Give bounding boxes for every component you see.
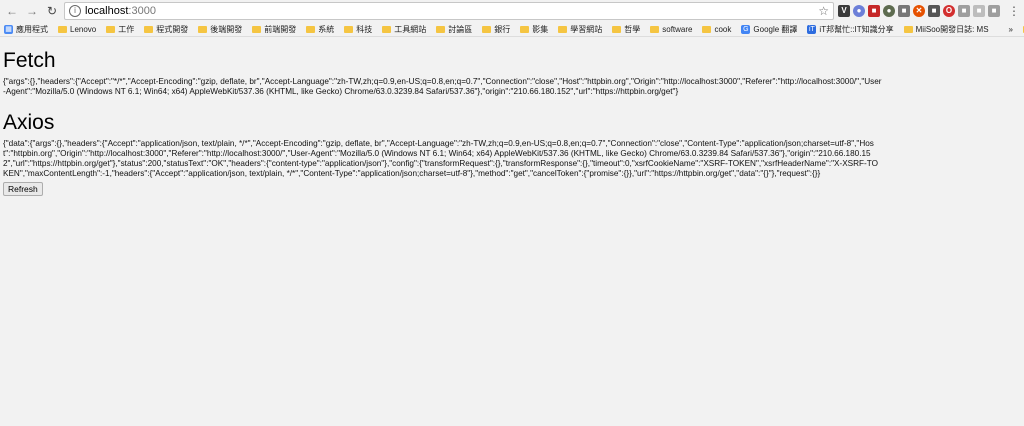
bookmark-item[interactable]: software [650,25,692,34]
axios-response-text: {"data":{"args":{},"headers":{"Accept":"… [3,139,878,178]
folder-icon [650,25,660,33]
reload-icon[interactable]: ↻ [44,3,60,19]
extension-icon[interactable]: V [838,5,850,17]
bookmark-label: iT邦幫忙::IT知識分享 [819,24,894,34]
refresh-button[interactable]: Refresh [3,182,43,196]
bookmarks-bar: ▦ 應用程式 Lenovo 工作 程式開發 後端開發 前端開發 系統 科技 工具網站 討論區 銀行 影集… [0,22,1024,37]
bookmark-label: 銀行 [494,24,511,34]
folder-icon [144,25,154,33]
bookmark-item[interactable]: 工作 [106,24,134,35]
menu-icon[interactable]: ⋮ [1008,4,1020,18]
bookmark-label: 後端開發 [210,24,243,34]
bookmark-label: 哲學 [624,24,641,34]
folder-icon [58,25,67,33]
bookmark-item[interactable]: 科技 [344,24,372,35]
extension-icon[interactable]: ■ [898,5,910,17]
extension-icon[interactable]: ● [883,5,895,17]
bookmark-item[interactable]: 銀行 [482,24,510,35]
address-bar[interactable]: i localhost:3000 ☆ [64,2,834,20]
folder-icon [344,25,354,33]
page-content: Fetch {"args":{},"headers":{"Accept":"*/… [0,49,1024,197]
bookmark-label: 應用程式 [16,24,48,34]
bookmark-label: Lenovo [70,24,97,34]
apps-icon: ▦ [4,24,13,34]
folder-icon [612,25,622,33]
url-port: :3000 [128,5,156,17]
url-host: localhost [85,5,129,17]
folder-icon [702,25,712,33]
bookmark-item[interactable]: 後端開發 [198,24,242,35]
ithome-icon: iT [807,24,817,34]
bookmark-label: 系統 [318,24,335,34]
back-icon[interactable]: ← [4,3,20,19]
extension-icon[interactable]: ■ [958,5,970,17]
bookmark-item[interactable]: G Google 翻譯 [741,24,797,35]
bookmark-label: 科技 [356,24,373,34]
folder-icon [436,25,446,33]
bookmark-label: MiiSoo開發日誌: MS [915,24,989,34]
extension-icon[interactable]: ● [853,5,865,17]
bookmark-item[interactable]: 哲學 [612,24,640,35]
bookmark-label: 學習網站 [570,24,603,34]
extension-icon[interactable]: ✕ [913,5,925,17]
bookmark-label: 討論區 [448,24,473,34]
bookmark-item[interactable]: 討論區 [436,24,472,35]
fetch-response-text: {"args":{},"headers":{"Accept":"*/*","Ac… [3,77,882,96]
bookmark-item[interactable]: 系統 [306,24,334,35]
extension-icon[interactable]: ■ [973,5,985,17]
bookmark-item[interactable]: Lenovo [58,25,96,34]
bookmark-label: 前端開發 [264,24,297,34]
bookmark-label: 工作 [118,24,135,34]
extension-icon[interactable]: ■ [928,5,940,17]
browser-toolbar: ← → ↻ i localhost:3000 ☆ V ● ■ ● ■ ✕ ■ O… [0,0,1024,22]
folder-icon [382,25,392,33]
folder-icon [903,25,913,33]
folder-icon [306,25,316,33]
fetch-heading: Fetch [3,49,56,72]
folder-icon [520,25,530,33]
bookmark-item[interactable]: 前端開發 [252,24,296,35]
bookmark-item[interactable]: cook [702,25,731,34]
extension-icon[interactable]: O [943,5,955,17]
bookmark-label: 程式開發 [156,24,189,34]
bookmark-label: Google 翻譯 [753,24,798,34]
bookmark-item[interactable]: 程式開發 [144,24,188,35]
bookmark-item[interactable]: iT iT邦幫忙::IT知識分享 [807,24,894,35]
bookmark-label: software [662,24,693,34]
bookmark-item[interactable]: ▦ 應用程式 [4,24,48,35]
bookmark-label: cook [714,24,732,34]
browser-chrome: ← → ↻ i localhost:3000 ☆ V ● ■ ● ■ ✕ ■ O… [0,0,1024,37]
bookmark-item[interactable]: 影集 [520,24,548,35]
bookmark-star-icon[interactable]: ☆ [818,4,829,18]
axios-heading: Axios [3,111,55,134]
bookmark-item[interactable]: MiiSoo開發日誌: MS [903,24,989,35]
extension-icon[interactable]: ■ [868,5,880,17]
info-icon[interactable]: i [69,5,81,17]
bookmark-label: 影集 [532,24,549,34]
more-bookmarks-button[interactable]: » [1009,25,1013,34]
extensions-area: V ● ■ ● ■ ✕ ■ O ■ ■ ■ [838,5,1000,17]
bookmark-item[interactable]: 工具網站 [382,24,426,35]
folder-icon [482,25,492,33]
bookmark-item[interactable]: 學習網站 [558,24,602,35]
extension-icon[interactable]: ■ [988,5,1000,17]
forward-icon[interactable]: → [24,3,40,19]
folder-icon [252,25,262,33]
folder-icon [198,25,208,33]
folder-icon [558,25,568,33]
folder-icon [106,25,116,33]
bookmark-label: 工具網站 [394,24,427,34]
google-translate-icon: G [741,24,751,34]
